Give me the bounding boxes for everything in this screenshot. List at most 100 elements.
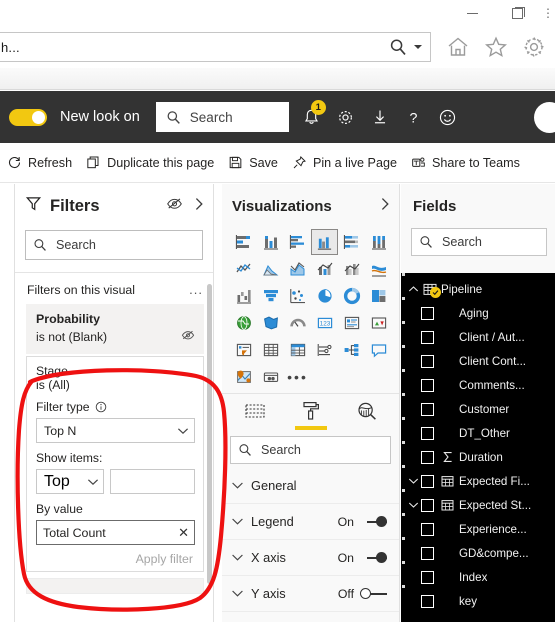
format-section-x-axis[interactable]: X axis On (222, 540, 399, 576)
filter-card-probability[interactable]: Probability is not (Blank) (26, 304, 204, 354)
hide-filter-eye-icon[interactable] (181, 328, 195, 346)
format-section-data-colors[interactable]: Data colors (222, 612, 399, 622)
save-button[interactable]: Save (221, 143, 285, 183)
download-icon[interactable] (363, 97, 397, 137)
field-checkbox[interactable] (421, 594, 434, 608)
field-item[interactable]: Index (401, 565, 555, 589)
address-input[interactable]: h... (0, 32, 431, 62)
show-items-count-input[interactable] (110, 469, 195, 494)
visual-type-scatter-chart[interactable] (284, 283, 311, 309)
visual-type-matrix[interactable] (284, 337, 311, 363)
duplicate-page-button[interactable]: Duplicate this page (79, 143, 221, 183)
more-visuals-button[interactable]: ••• (284, 364, 311, 390)
address-dropdown-icon[interactable] (410, 43, 426, 51)
format-search-input[interactable]: Search (230, 436, 391, 464)
legend-toggle[interactable]: On (338, 515, 387, 529)
field-checkbox[interactable] (421, 474, 434, 488)
collapse-visualizations-chevron-icon[interactable] (379, 197, 391, 216)
filter-type-select[interactable]: Top N (36, 418, 195, 443)
help-icon[interactable]: ? (397, 97, 431, 137)
home-icon[interactable] (440, 30, 476, 64)
visual-type-paginated-report[interactable] (257, 364, 284, 390)
notifications-bell-icon[interactable]: 1 (295, 97, 329, 137)
field-item[interactable]: GD&compe... (401, 541, 555, 565)
hide-filters-eye-icon[interactable] (166, 196, 183, 216)
field-checkbox[interactable] (421, 546, 434, 560)
favorites-star-icon[interactable] (478, 30, 514, 64)
field-item[interactable]: Expected St... (401, 493, 555, 517)
account-avatar[interactable] (534, 102, 555, 133)
format-section-general[interactable]: General (222, 468, 399, 504)
visual-type-multi-row-card[interactable] (338, 310, 365, 336)
field-item[interactable]: Comments... (401, 373, 555, 397)
filters-pane-scrollbar[interactable] (207, 284, 212, 584)
field-checkbox[interactable] (421, 522, 434, 536)
visual-type-area-chart[interactable] (257, 256, 284, 282)
settings-gear-icon[interactable] (516, 30, 552, 64)
field-checkbox[interactable] (421, 426, 434, 440)
field-item[interactable]: Customer (401, 397, 555, 421)
visual-type-line-chart[interactable] (230, 256, 257, 282)
visual-type-pie-chart[interactable] (311, 283, 338, 309)
chevron-down-icon[interactable] (405, 477, 421, 485)
tab-fields[interactable] (238, 397, 272, 429)
visual-type-donut-chart[interactable] (338, 283, 365, 309)
visual-type-kpi[interactable] (365, 310, 392, 336)
field-checkbox[interactable] (421, 402, 434, 416)
settings-gear-icon[interactable] (329, 97, 363, 137)
address-search-icon[interactable] (386, 38, 410, 56)
visual-type-filled-map[interactable] (257, 310, 284, 336)
collapse-filters-chevron-icon[interactable] (193, 197, 205, 216)
restore-button[interactable] (495, 0, 541, 26)
field-item[interactable]: Client / Aut... (401, 325, 555, 349)
pin-live-page-button[interactable]: Pin a live Page (285, 143, 404, 183)
visual-type-100-percent-stacked-bar-chart[interactable] (338, 229, 365, 255)
by-value-field-chip[interactable]: Total Count ✕ (36, 520, 195, 545)
minimize-button[interactable] (449, 0, 495, 26)
tab-format[interactable] (294, 397, 328, 430)
chevron-up-icon[interactable] (405, 285, 421, 293)
visual-type-map[interactable] (230, 310, 257, 336)
field-checkbox[interactable] (421, 378, 434, 392)
visual-type-stacked-area-chart[interactable] (284, 256, 311, 282)
visual-type-funnel-chart[interactable] (257, 283, 284, 309)
close-button[interactable]: ⋮ (541, 0, 555, 26)
field-checkbox[interactable] (421, 450, 434, 464)
new-look-toggle-switch[interactable] (9, 108, 47, 126)
fields-search-input[interactable]: Search (411, 228, 547, 256)
feedback-smiley-icon[interactable] (431, 97, 465, 137)
filters-section-more-button[interactable]: ... (189, 282, 203, 297)
field-checkbox[interactable] (421, 498, 434, 512)
visual-type-waterfall-chart[interactable] (230, 283, 257, 309)
visual-type-azure-map[interactable] (230, 364, 257, 390)
show-items-direction-select[interactable]: Top (36, 469, 104, 494)
info-icon[interactable] (95, 401, 107, 413)
field-item[interactable]: Aging (401, 301, 555, 325)
field-checkbox[interactable] (421, 330, 434, 344)
remove-by-value-field-icon[interactable]: ✕ (178, 525, 189, 541)
field-item[interactable]: Expected Fi... (401, 469, 555, 493)
filter-card-next-partial[interactable] (26, 578, 204, 594)
visual-type-100-percent-stacked-column-chart[interactable] (365, 229, 392, 255)
y-axis-toggle[interactable]: Off (338, 587, 387, 601)
new-look-toggle[interactable] (9, 108, 47, 126)
visual-type-line-and-clustered-column-chart[interactable] (338, 256, 365, 282)
visual-type-arc-gauge[interactable] (284, 310, 311, 336)
global-search-input[interactable]: Search (155, 102, 289, 132)
field-checkbox[interactable] (421, 570, 434, 584)
x-axis-toggle[interactable]: On (338, 551, 387, 565)
visual-type-stacked-column-chart[interactable] (257, 229, 284, 255)
visual-type-q-and-a[interactable] (365, 337, 392, 363)
field-checkbox[interactable] (421, 306, 434, 320)
field-item[interactable]: Client Cont... (401, 349, 555, 373)
visual-type-table[interactable] (257, 337, 284, 363)
chevron-down-icon[interactable] (405, 501, 421, 509)
visual-type-clustered-bar-chart[interactable] (284, 229, 311, 255)
field-item[interactable]: Duration (401, 445, 555, 469)
format-section-y-axis[interactable]: Y axis Off (222, 576, 399, 612)
visual-type-r-script-visual[interactable] (311, 337, 338, 363)
refresh-button[interactable]: Refresh (0, 143, 79, 183)
tab-analytics[interactable] (350, 397, 384, 429)
visual-type-ribbon-chart[interactable] (365, 256, 392, 282)
apply-filter-button[interactable]: Apply filter (36, 552, 195, 566)
